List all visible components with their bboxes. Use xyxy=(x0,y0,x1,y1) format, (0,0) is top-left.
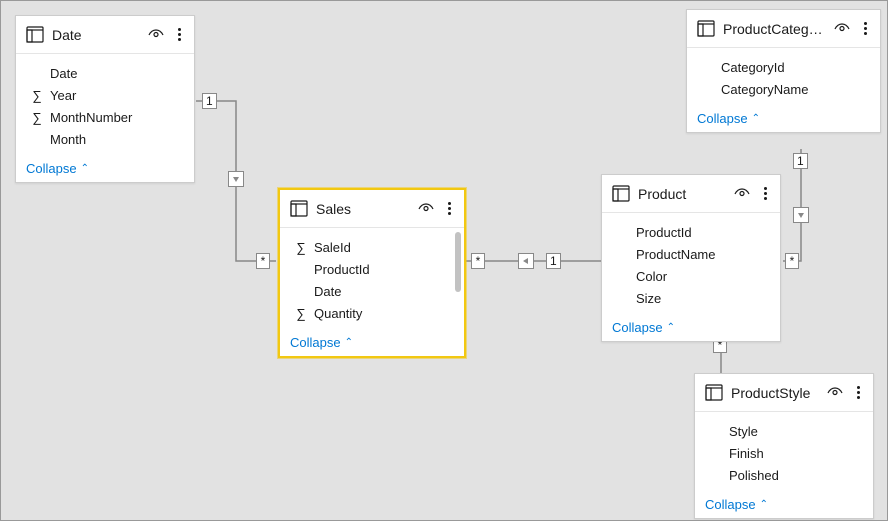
field-item[interactable]: ∑ProductName xyxy=(602,243,780,265)
field-item[interactable]: ∑Date xyxy=(280,280,464,302)
field-item[interactable]: ∑SaleId xyxy=(280,236,464,258)
visibility-icon[interactable] xyxy=(734,186,750,202)
model-canvas[interactable]: 1 * * 1 * 1 * 1 Date ∑Date ∑Year ∑MonthN… xyxy=(0,0,888,521)
field-item[interactable]: ∑Year xyxy=(16,84,194,106)
field-item[interactable]: ∑Polished xyxy=(695,464,873,486)
chevron-up-icon: ⌃ xyxy=(345,337,353,348)
visibility-icon[interactable] xyxy=(827,385,843,401)
field-list: ∑Style ∑Finish ∑Polished xyxy=(695,412,873,490)
visibility-icon[interactable] xyxy=(834,21,850,37)
table-icon xyxy=(705,384,723,402)
table-header[interactable]: Sales xyxy=(280,190,464,228)
table-name: ProductStyle xyxy=(731,385,819,401)
table-productstyle[interactable]: ProductStyle ∑Style ∑Finish ∑Polished Co… xyxy=(694,373,874,519)
cardinality-one: 1 xyxy=(546,253,561,269)
field-item[interactable]: ∑Finish xyxy=(695,442,873,464)
collapse-button[interactable]: Collapse⌃ xyxy=(602,313,780,341)
table-productcategory[interactable]: ProductCategory ∑CategoryId ∑CategoryNam… xyxy=(686,9,881,133)
filter-direction-icon xyxy=(518,253,534,269)
table-icon xyxy=(697,20,715,38)
cardinality-one: 1 xyxy=(793,153,808,169)
more-options-icon[interactable] xyxy=(858,20,872,38)
field-item[interactable]: ∑Quantity xyxy=(280,302,464,324)
visibility-icon[interactable] xyxy=(148,27,164,43)
table-icon xyxy=(26,26,44,44)
filter-direction-icon xyxy=(228,171,244,187)
filter-direction-icon xyxy=(793,207,809,223)
collapse-button[interactable]: Collapse⌃ xyxy=(16,154,194,182)
field-item[interactable]: ∑CategoryName xyxy=(687,78,880,100)
table-header[interactable]: ProductCategory xyxy=(687,10,880,48)
chevron-up-icon: ⌃ xyxy=(752,113,760,124)
field-item[interactable]: ∑ProductId xyxy=(602,221,780,243)
field-item[interactable]: ∑CategoryId xyxy=(687,56,880,78)
field-list: ∑Date ∑Year ∑MonthNumber ∑Month xyxy=(16,54,194,154)
cardinality-many: * xyxy=(785,253,799,269)
table-header[interactable]: ProductStyle xyxy=(695,374,873,412)
cardinality-one: 1 xyxy=(202,93,217,109)
field-item[interactable]: ∑MonthNumber xyxy=(16,106,194,128)
scrollbar-thumb[interactable] xyxy=(455,232,461,292)
field-list: ∑SaleId ∑ProductId ∑Date ∑Quantity xyxy=(280,228,464,328)
field-item[interactable]: ∑Color xyxy=(602,265,780,287)
field-item[interactable]: ∑ProductId xyxy=(280,258,464,280)
field-list: ∑ProductId ∑ProductName ∑Color ∑Size xyxy=(602,213,780,313)
table-date[interactable]: Date ∑Date ∑Year ∑MonthNumber ∑Month Col… xyxy=(15,15,195,183)
more-options-icon[interactable] xyxy=(172,26,186,44)
visibility-icon[interactable] xyxy=(418,201,434,217)
chevron-up-icon: ⌃ xyxy=(760,499,768,510)
more-options-icon[interactable] xyxy=(758,185,772,203)
table-name: Product xyxy=(638,186,726,202)
table-header[interactable]: Date xyxy=(16,16,194,54)
cardinality-many: * xyxy=(256,253,270,269)
table-icon xyxy=(612,185,630,203)
field-item[interactable]: ∑Month xyxy=(16,128,194,150)
table-name: ProductCategory xyxy=(723,21,826,37)
more-options-icon[interactable] xyxy=(442,200,456,218)
field-item[interactable]: ∑Size xyxy=(602,287,780,309)
table-sales[interactable]: Sales ∑SaleId ∑ProductId ∑Date ∑Quantity… xyxy=(278,188,466,358)
table-name: Sales xyxy=(316,201,410,217)
field-list: ∑CategoryId ∑CategoryName xyxy=(687,48,880,104)
field-item[interactable]: ∑Date xyxy=(16,62,194,84)
table-name: Date xyxy=(52,27,140,43)
collapse-button[interactable]: Collapse⌃ xyxy=(695,490,873,518)
cardinality-many: * xyxy=(471,253,485,269)
collapse-button[interactable]: Collapse⌃ xyxy=(280,328,464,356)
table-header[interactable]: Product xyxy=(602,175,780,213)
more-options-icon[interactable] xyxy=(851,384,865,402)
field-item[interactable]: ∑Style xyxy=(695,420,873,442)
chevron-up-icon: ⌃ xyxy=(667,322,675,333)
chevron-up-icon: ⌃ xyxy=(81,163,89,174)
table-product[interactable]: Product ∑ProductId ∑ProductName ∑Color ∑… xyxy=(601,174,781,342)
table-icon xyxy=(290,200,308,218)
collapse-button[interactable]: Collapse⌃ xyxy=(687,104,880,132)
